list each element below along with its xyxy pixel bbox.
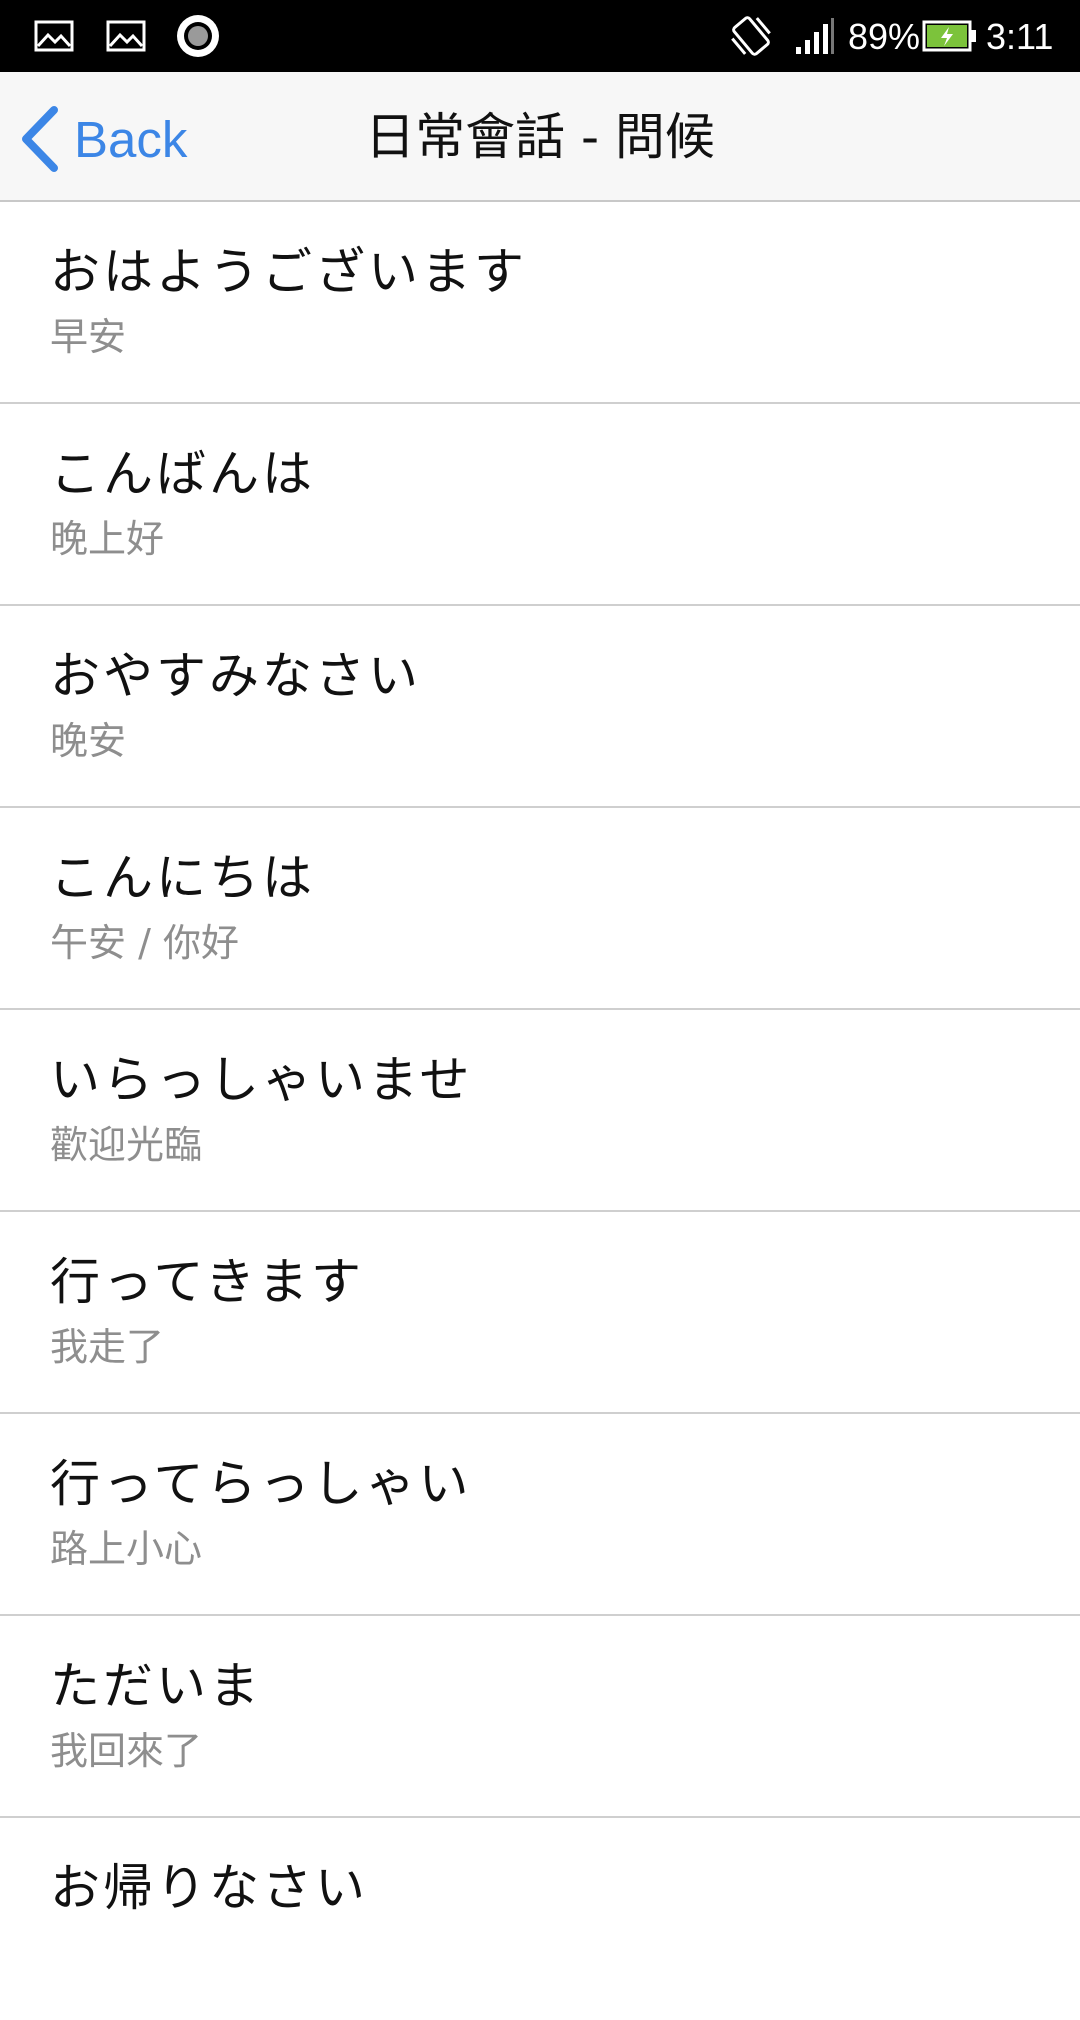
- phrase-translation: 路上小心: [50, 1527, 203, 1571]
- phrase-translation: 歡迎光臨: [50, 1123, 203, 1167]
- back-label: Back: [74, 110, 188, 168]
- status-bar: 89% 3:11: [0, 0, 1080, 72]
- list-item[interactable]: こんばんは 晚上好: [0, 404, 1080, 606]
- list-item[interactable]: こんにちは 午安 / 你好: [0, 808, 1080, 1010]
- signal-icon: [792, 0, 838, 72]
- image-icon: [30, 0, 78, 72]
- list-item[interactable]: 行ってらっしゃい 路上小心: [0, 1414, 1080, 1616]
- navigation-bar: Back 日常會話 - 問候: [0, 72, 1080, 202]
- phrase-japanese: こんにちは: [50, 849, 315, 907]
- vibrate-icon: [724, 0, 778, 72]
- clock: 3:11: [986, 16, 1054, 57]
- back-button[interactable]: Back: [18, 96, 187, 182]
- phrase-japanese: こんばんは: [50, 445, 315, 503]
- battery-percent: 89%: [848, 16, 921, 57]
- phrase-japanese: おやすみなさい: [50, 647, 421, 705]
- list-item[interactable]: 行ってきます 我走了: [0, 1212, 1080, 1414]
- battery-icon: [922, 0, 978, 72]
- phrase-translation: 早安: [50, 315, 127, 359]
- phrase-japanese: 行ってらっしゃい: [50, 1455, 472, 1513]
- image-icon: [102, 0, 150, 72]
- record-icon: [174, 0, 222, 72]
- phrase-japanese: お帰りなさい: [50, 1859, 368, 1917]
- chevron-left-icon: [18, 104, 66, 174]
- list-item[interactable]: おやすみなさい 晚安: [0, 606, 1080, 808]
- phrase-translation: 我回來了: [50, 1729, 203, 1773]
- phrase-japanese: いらっしゃいませ: [50, 1051, 473, 1109]
- phrase-translation: 晚上好: [50, 517, 165, 561]
- phrase-translation: 午安 / 你好: [50, 921, 239, 965]
- page-title: 日常會話 - 問候: [365, 108, 715, 166]
- list-item[interactable]: ただいま 我回來了: [0, 1616, 1080, 1818]
- list-item[interactable]: いらっしゃいませ 歡迎光臨: [0, 1010, 1080, 1212]
- phrase-translation: 晚安: [50, 719, 127, 763]
- phrase-japanese: おはようございます: [50, 243, 527, 301]
- phrase-translation: 我走了: [50, 1325, 165, 1369]
- list-item[interactable]: お帰りなさい: [0, 1818, 1080, 2020]
- phrase-japanese: ただいま: [50, 1657, 262, 1715]
- phrase-list: おはようございます 早安 こんばんは 晚上好 おやすみなさい 晚安 こんにちは …: [0, 202, 1080, 2020]
- phrase-japanese: 行ってきます: [50, 1253, 364, 1311]
- list-item[interactable]: おはようございます 早安: [0, 202, 1080, 404]
